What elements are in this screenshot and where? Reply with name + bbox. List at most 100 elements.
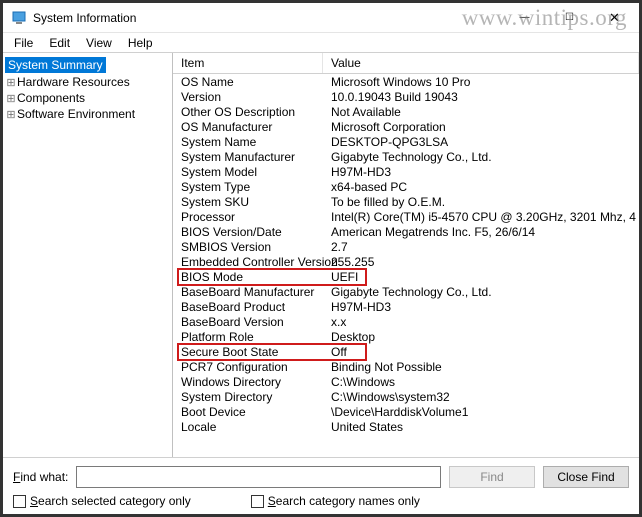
tree-item-label: Software Environment (17, 107, 135, 121)
close-button[interactable]: ✕ (592, 4, 637, 32)
tree-item-hardware[interactable]: ⊞ Hardware Resources (5, 74, 170, 90)
cell-value: Microsoft Corporation (323, 120, 639, 134)
find-label: Find what: (13, 470, 68, 484)
table-row[interactable]: System SKUTo be filled by O.E.M. (173, 194, 639, 209)
close-find-button[interactable]: Close Find (543, 466, 629, 488)
cell-item: Embedded Controller Version (173, 255, 323, 269)
cell-value: H97M-HD3 (323, 165, 639, 179)
table-row[interactable]: OS ManufacturerMicrosoft Corporation (173, 119, 639, 134)
table-header[interactable]: Item Value (173, 53, 639, 74)
tree-root[interactable]: System Summary (5, 56, 170, 74)
table-row[interactable]: System ModelH97M-HD3 (173, 164, 639, 179)
cell-item: Processor (173, 210, 323, 224)
cell-value: DESKTOP-QPG3LSA (323, 135, 639, 149)
expand-icon[interactable]: ⊞ (5, 92, 17, 105)
table-row[interactable]: LocaleUnited States (173, 419, 639, 434)
menu-help[interactable]: Help (121, 35, 160, 51)
cell-value: H97M-HD3 (323, 300, 639, 314)
cell-value: C:\Windows (323, 375, 639, 389)
cell-value: Microsoft Windows 10 Pro (323, 75, 639, 89)
cell-value: x64-based PC (323, 180, 639, 194)
menu-file[interactable]: File (7, 35, 40, 51)
table-row[interactable]: BaseBoard Versionx.x (173, 314, 639, 329)
tree-item-label: Components (17, 91, 85, 105)
table-row[interactable]: BaseBoard ProductH97M-HD3 (173, 299, 639, 314)
cell-item: System Type (173, 180, 323, 194)
menu-view[interactable]: View (79, 35, 119, 51)
cell-value: Off (323, 345, 639, 359)
find-button[interactable]: Find (449, 466, 535, 488)
app-icon (11, 10, 27, 26)
cell-value: Binding Not Possible (323, 360, 639, 374)
table-row[interactable]: Version10.0.19043 Build 19043 (173, 89, 639, 104)
minimize-button[interactable]: — (502, 4, 547, 32)
table-row[interactable]: SMBIOS Version2.7 (173, 239, 639, 254)
maximize-button[interactable]: ☐ (547, 4, 592, 32)
cell-value: Not Available (323, 105, 639, 119)
cell-item: SMBIOS Version (173, 240, 323, 254)
tree-item-components[interactable]: ⊞ Components (5, 90, 170, 106)
cell-value: American Megatrends Inc. F5, 26/6/14 (323, 225, 639, 239)
table-row[interactable]: Boot Device\Device\HarddiskVolume1 (173, 404, 639, 419)
table-row[interactable]: System DirectoryC:\Windows\system32 (173, 389, 639, 404)
cell-item: OS Manufacturer (173, 120, 323, 134)
nav-tree[interactable]: System Summary ⊞ Hardware Resources ⊞ Co… (3, 53, 173, 457)
cell-item: Other OS Description (173, 105, 323, 119)
checkbox-icon[interactable] (251, 495, 264, 508)
cell-item: BaseBoard Manufacturer (173, 285, 323, 299)
cell-item: System Model (173, 165, 323, 179)
cell-value: Gigabyte Technology Co., Ltd. (323, 150, 639, 164)
cell-item: Secure Boot State (173, 345, 323, 359)
cell-item: BaseBoard Product (173, 300, 323, 314)
cell-item: BIOS Version/Date (173, 225, 323, 239)
check-selected-category[interactable]: Search selected category only (13, 494, 191, 508)
table-row[interactable]: Windows DirectoryC:\Windows (173, 374, 639, 389)
cell-value: 255.255 (323, 255, 639, 269)
table-row[interactable]: Secure Boot StateOff (173, 344, 639, 359)
table-row[interactable]: System NameDESKTOP-QPG3LSA (173, 134, 639, 149)
table-row[interactable]: System ManufacturerGigabyte Technology C… (173, 149, 639, 164)
system-information-window: www.wintips.org System Information — ☐ ✕… (0, 0, 642, 517)
checkbox-icon[interactable] (13, 495, 26, 508)
cell-item: BIOS Mode (173, 270, 323, 284)
expand-icon[interactable]: ⊞ (5, 108, 17, 121)
table-row[interactable]: ProcessorIntel(R) Core(TM) i5-4570 CPU @… (173, 209, 639, 224)
cell-value: Intel(R) Core(TM) i5-4570 CPU @ 3.20GHz,… (323, 210, 639, 224)
cell-value: C:\Windows\system32 (323, 390, 639, 404)
table-row[interactable]: PCR7 ConfigurationBinding Not Possible (173, 359, 639, 374)
tree-item-software[interactable]: ⊞ Software Environment (5, 106, 170, 122)
expand-icon[interactable]: ⊞ (5, 76, 17, 89)
check-category-names[interactable]: Search category names only (251, 494, 420, 508)
cell-value: Gigabyte Technology Co., Ltd. (323, 285, 639, 299)
cell-item: System Manufacturer (173, 150, 323, 164)
table-row[interactable]: Platform RoleDesktop (173, 329, 639, 344)
tree-item-label: Hardware Resources (17, 75, 130, 89)
cell-value: x.x (323, 315, 639, 329)
table-row[interactable]: OS NameMicrosoft Windows 10 Pro (173, 74, 639, 89)
menu-edit[interactable]: Edit (42, 35, 77, 51)
table-body[interactable]: OS NameMicrosoft Windows 10 ProVersion10… (173, 74, 639, 456)
cell-value: To be filled by O.E.M. (323, 195, 639, 209)
cell-item: System Directory (173, 390, 323, 404)
cell-item: OS Name (173, 75, 323, 89)
details-panel: Item Value OS NameMicrosoft Windows 10 P… (173, 53, 639, 457)
table-row[interactable]: System Typex64-based PC (173, 179, 639, 194)
window-title: System Information (33, 11, 502, 25)
column-header-item[interactable]: Item (173, 53, 323, 73)
titlebar[interactable]: System Information — ☐ ✕ (3, 3, 639, 33)
check-label: Search category names only (268, 494, 420, 508)
cell-value: United States (323, 420, 639, 434)
cell-value: 10.0.19043 Build 19043 (323, 90, 639, 104)
content-area: System Summary ⊞ Hardware Resources ⊞ Co… (3, 53, 639, 457)
cell-item: Windows Directory (173, 375, 323, 389)
table-row[interactable]: BaseBoard ManufacturerGigabyte Technolog… (173, 284, 639, 299)
cell-item: BaseBoard Version (173, 315, 323, 329)
table-row[interactable]: Other OS DescriptionNot Available (173, 104, 639, 119)
table-row[interactable]: BIOS Version/DateAmerican Megatrends Inc… (173, 224, 639, 239)
table-row[interactable]: Embedded Controller Version255.255 (173, 254, 639, 269)
find-input[interactable] (76, 466, 441, 488)
column-header-value[interactable]: Value (323, 53, 639, 73)
menubar: File Edit View Help (3, 33, 639, 53)
find-bar: Find what: Find Close Find Search select… (3, 457, 639, 514)
table-row[interactable]: BIOS ModeUEFI (173, 269, 639, 284)
